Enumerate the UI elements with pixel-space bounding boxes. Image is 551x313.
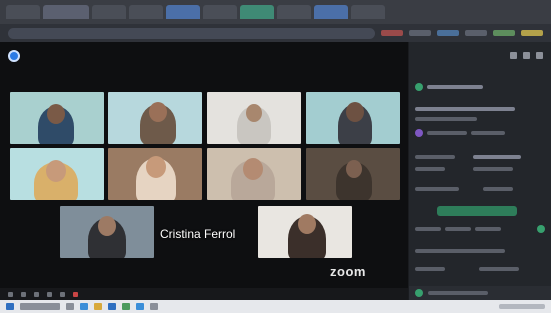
participants-icon[interactable] [34,291,39,297]
browser-tab[interactable] [314,5,348,19]
panel-option-icon[interactable] [510,51,517,59]
side-panel [408,42,551,300]
browser-tab[interactable] [240,5,274,19]
taskbar-app-icon[interactable] [66,303,74,310]
panel-text-line [415,155,455,159]
share-screen-icon[interactable] [60,291,65,297]
panel-text-line [445,227,471,231]
microphone-icon[interactable] [8,291,13,297]
avatar [415,289,423,297]
url-field[interactable] [8,27,375,39]
browser-tab[interactable] [6,5,40,19]
taskbar-app-icon[interactable] [136,303,144,310]
video-tile[interactable] [10,148,104,200]
browser-tab[interactable] [277,5,311,19]
browser-tab[interactable] [351,5,385,19]
panel-header [409,42,551,68]
video-tile[interactable] [10,92,104,144]
panel-item[interactable] [415,128,545,138]
panel-option-icon[interactable] [523,51,530,59]
camera-icon[interactable] [21,291,26,297]
panel-item [415,224,545,234]
zoom-watermark: zoom [330,264,366,279]
panel-item [415,264,545,274]
browser-tab-bar [0,0,551,24]
bookmark[interactable] [381,30,403,36]
panel-text-line [427,131,467,135]
video-tile[interactable] [258,206,352,258]
bookmark[interactable] [521,30,543,36]
avatar [415,129,423,137]
panel-item [415,164,545,174]
panel-text-line [415,267,445,271]
panel-item [415,152,545,162]
screen: Cristina Ferrol zoom [0,0,551,313]
panel-text-line [479,267,519,271]
video-tile[interactable] [207,148,301,200]
panel-item [415,246,545,256]
panel-item[interactable] [415,82,545,92]
avatar [537,225,545,233]
panel-item [415,104,545,114]
panel-text-line [473,167,513,171]
system-tray [499,304,545,309]
bookmark[interactable] [437,30,459,36]
panel-action-button[interactable] [437,206,517,216]
bookmark[interactable] [409,30,431,36]
browser-tab[interactable] [129,5,163,19]
video-tile[interactable] [60,206,154,258]
video-tile[interactable] [306,148,400,200]
panel-text-line [473,155,521,159]
panel-option-icon[interactable] [536,51,543,59]
address-bar-row [0,24,551,42]
chat-icon[interactable] [47,291,52,297]
taskbar-app-icon[interactable] [94,303,102,310]
bookmark[interactable] [465,30,487,36]
browser-tab-active[interactable] [43,5,89,19]
panel-item [415,206,545,216]
panel-text-line [415,167,445,171]
panel-text-line [415,117,477,121]
panel-footer [409,286,551,300]
taskbar-app-icon[interactable] [108,303,116,310]
video-tile[interactable] [306,92,400,144]
taskbar-app-icon[interactable] [80,303,88,310]
browser-tab[interactable] [92,5,126,19]
video-tile[interactable] [207,92,301,144]
taskbar [0,300,551,313]
participant-name-label: Cristina Ferrol [160,227,236,241]
avatar [415,83,423,91]
meeting-top-left [8,50,20,62]
panel-text-line [415,249,505,253]
shield-icon[interactable] [8,50,20,62]
panel-text-line [471,131,505,135]
panel-text-line [427,85,483,89]
taskbar-app-icon[interactable] [122,303,130,310]
bookmark[interactable] [493,30,515,36]
taskbar-app-icon[interactable] [150,303,158,310]
video-tile[interactable] [108,148,202,200]
panel-text-line [415,227,441,231]
meeting-stage: Cristina Ferrol zoom [0,42,408,300]
panel-item [415,114,545,124]
video-tile[interactable] [108,92,202,144]
panel-text-line [415,107,515,111]
leave-icon[interactable] [73,291,78,297]
browser-tab[interactable] [166,5,200,19]
panel-text-line [483,187,513,191]
panel-text-line [475,227,501,231]
search-box[interactable] [20,303,60,310]
panel-item [415,184,545,194]
start-icon[interactable] [6,303,14,310]
panel-text-line [428,291,488,295]
meeting-controls [0,288,408,300]
panel-text-line [415,187,459,191]
browser-tab[interactable] [203,5,237,19]
